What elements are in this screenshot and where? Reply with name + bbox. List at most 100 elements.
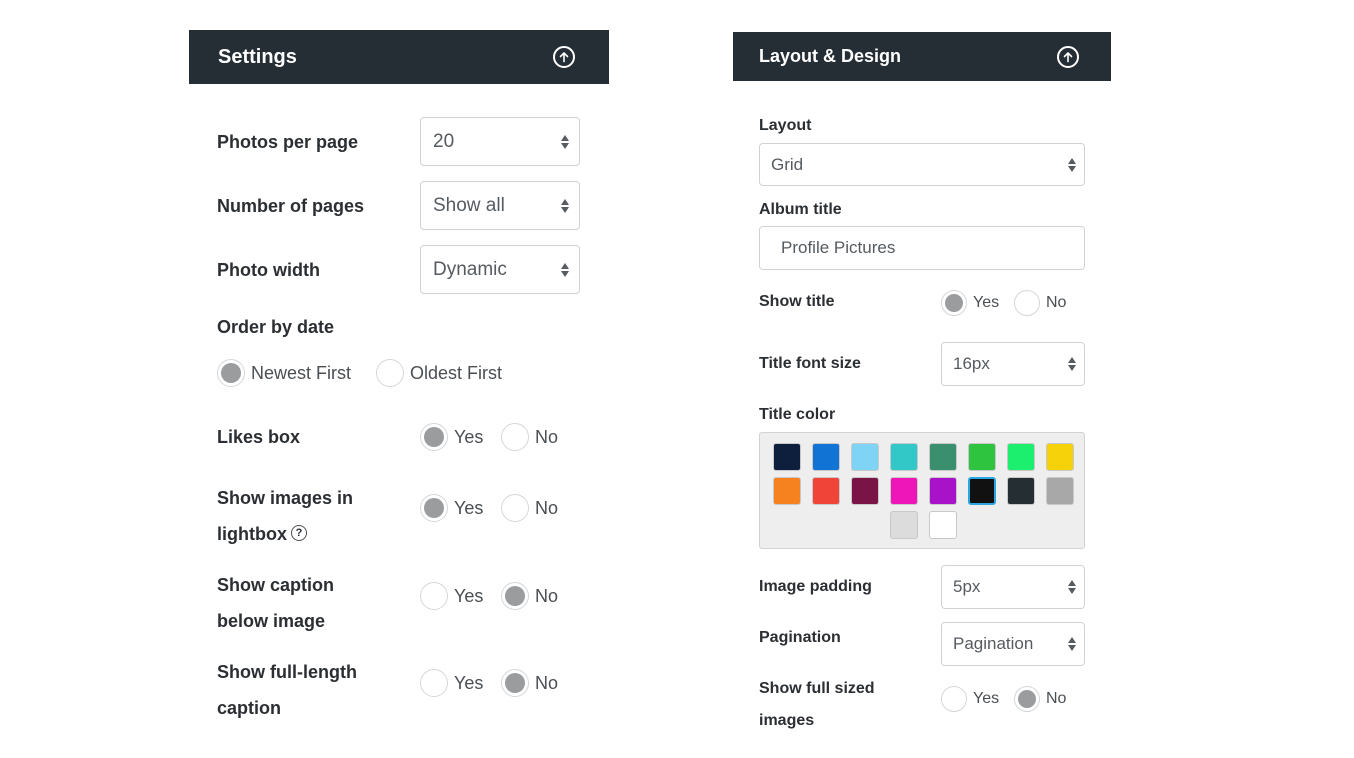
order-oldest-radio[interactable]: Oldest First <box>376 359 502 387</box>
color-swatch[interactable] <box>890 511 918 539</box>
pagination-label: Pagination <box>759 629 841 646</box>
show-full-caption-label: Show full-length caption <box>217 654 357 726</box>
show-title-yes-radio[interactable]: Yes <box>941 290 999 316</box>
full-caption-yes-label: Yes <box>454 672 484 693</box>
select-arrows-icon <box>561 198 569 213</box>
photos-per-page-label: Photos per page <box>217 132 359 152</box>
radio-button[interactable] <box>501 582 529 610</box>
photos-per-page-value: 20 <box>433 130 455 152</box>
show-caption-below-label: Show caption below image <box>217 567 334 639</box>
title-font-size-value: 16px <box>953 354 990 373</box>
pagination-select[interactable]: Pagination <box>941 622 1085 666</box>
lightbox-no-label: No <box>535 497 559 518</box>
album-title-input[interactable]: Profile Pictures <box>759 226 1085 270</box>
color-swatch[interactable] <box>773 477 801 505</box>
color-swatch[interactable] <box>1046 443 1074 471</box>
photo-width-label: Photo width <box>217 260 320 280</box>
number-of-pages-value: Show all <box>433 194 505 216</box>
settings-header[interactable]: Settings <box>189 30 609 84</box>
caption-below-yes-label: Yes <box>454 585 484 606</box>
label-line: lightbox <box>217 524 287 544</box>
caption-below-no-label: No <box>535 585 559 606</box>
image-padding-value: 5px <box>953 577 981 596</box>
select-arrows-icon <box>561 134 569 149</box>
radio-button[interactable] <box>420 494 448 522</box>
color-swatch[interactable] <box>1007 477 1035 505</box>
full-sized-no-radio[interactable]: No <box>1014 686 1066 712</box>
color-swatch[interactable] <box>890 443 918 471</box>
label-line: Show images in <box>217 488 354 508</box>
select-arrows-icon <box>1068 157 1076 172</box>
caption-below-no-radio[interactable]: No <box>501 582 558 610</box>
color-swatch[interactable] <box>1046 477 1074 505</box>
title-font-size-select[interactable]: 16px <box>941 342 1085 386</box>
photo-width-select[interactable]: Dynamic <box>420 245 580 294</box>
color-swatch[interactable] <box>812 443 840 471</box>
lightbox-yes-label: Yes <box>454 497 484 518</box>
color-swatch[interactable] <box>851 443 879 471</box>
order-by-date-label: Order by date <box>217 317 335 337</box>
color-swatch[interactable] <box>812 477 840 505</box>
show-title-label: Show title <box>759 293 835 310</box>
color-swatch[interactable] <box>890 477 918 505</box>
radio-button[interactable] <box>501 494 529 522</box>
color-swatch[interactable] <box>968 443 996 471</box>
radio-button[interactable] <box>501 423 529 451</box>
lightbox-yes-radio[interactable]: Yes <box>420 494 483 522</box>
select-arrows-icon <box>1068 637 1076 651</box>
layout-design-title: Layout & Design <box>759 46 902 66</box>
label-line-2: lightbox? <box>217 516 353 552</box>
layout-label: Layout <box>759 117 812 134</box>
arrow-up-circle-icon[interactable] <box>1057 45 1079 68</box>
show-title-no-radio[interactable]: No <box>1014 290 1066 316</box>
arrow-up-circle-icon[interactable] <box>553 46 575 68</box>
radio-button[interactable] <box>420 423 448 451</box>
layout-design-header[interactable]: Layout & Design <box>733 32 1111 81</box>
lightbox-no-radio[interactable]: No <box>501 494 558 522</box>
image-padding-label: Image padding <box>759 578 872 595</box>
likes-box-yes-radio[interactable]: Yes <box>420 423 483 451</box>
color-swatch[interactable] <box>929 443 957 471</box>
radio-button[interactable] <box>501 669 529 697</box>
full-caption-no-radio[interactable]: No <box>501 669 558 697</box>
caption-below-yes-radio[interactable]: Yes <box>420 582 483 610</box>
radio-button[interactable] <box>941 686 967 712</box>
likes-box-no-radio[interactable]: No <box>501 423 558 451</box>
layout-value: Grid <box>771 154 804 174</box>
question-circle-icon[interactable]: ? <box>291 525 307 542</box>
radio-button[interactable] <box>420 582 448 610</box>
photos-per-page-select[interactable]: 20 <box>420 117 580 166</box>
color-swatch[interactable] <box>968 477 996 505</box>
full-caption-no-label: No <box>535 672 559 693</box>
pagination-value: Pagination <box>953 634 1034 653</box>
color-swatch[interactable] <box>929 477 957 505</box>
full-sized-yes-radio[interactable]: Yes <box>941 686 999 712</box>
radio-button[interactable] <box>217 359 245 387</box>
radio-button[interactable] <box>941 290 967 316</box>
radio-button[interactable] <box>420 669 448 697</box>
show-title-yes-label: Yes <box>973 294 1000 311</box>
order-newest-radio[interactable]: Newest First <box>217 359 351 387</box>
layout-select[interactable]: Grid <box>759 143 1085 186</box>
radio-button[interactable] <box>1014 686 1040 712</box>
radio-button[interactable] <box>1014 290 1040 316</box>
order-newest-label: Newest First <box>251 362 352 383</box>
image-padding-select[interactable]: 5px <box>941 565 1085 609</box>
settings-title: Settings <box>218 45 297 68</box>
color-swatch[interactable] <box>929 511 957 539</box>
likes-box-no-label: No <box>535 426 559 447</box>
number-of-pages-select[interactable]: Show all <box>420 181 580 230</box>
select-arrows-icon <box>1068 357 1076 371</box>
label-line: Show full-length <box>217 662 357 682</box>
color-swatch[interactable] <box>1007 443 1035 471</box>
label-line: Show caption <box>217 575 334 595</box>
full-caption-yes-radio[interactable]: Yes <box>420 669 483 697</box>
title-font-size-label: Title font size <box>759 355 861 372</box>
album-title-label: Album title <box>759 201 842 218</box>
full-sized-no-label: No <box>1046 690 1067 707</box>
label-line: caption <box>217 698 282 718</box>
radio-button[interactable] <box>376 359 404 387</box>
color-swatch[interactable] <box>773 443 801 471</box>
full-sized-yes-label: Yes <box>973 690 1000 707</box>
color-swatch[interactable] <box>851 477 879 505</box>
